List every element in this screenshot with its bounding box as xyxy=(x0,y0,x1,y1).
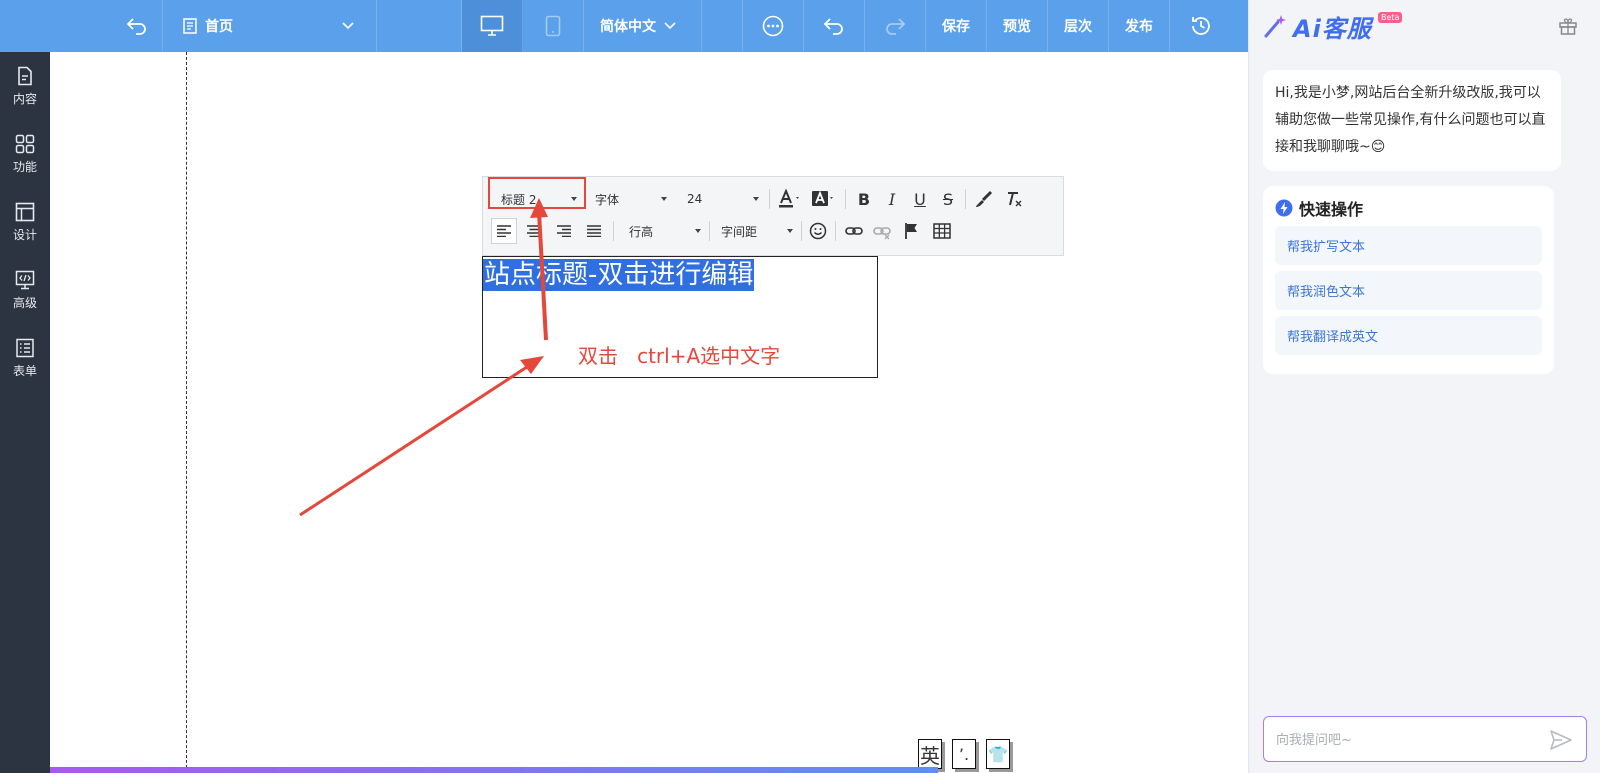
chevron-down-icon xyxy=(664,22,676,30)
ime-punctuation-toggle[interactable]: ’. xyxy=(952,739,976,769)
spacer xyxy=(702,0,743,52)
quick-action-label: 帮我扩写文本 xyxy=(1287,240,1366,255)
quick-action-expand[interactable]: 帮我扩写文本 xyxy=(1275,226,1542,265)
nav-item-forms[interactable]: 表单 xyxy=(0,324,50,392)
magic-wand-icon xyxy=(1264,15,1286,38)
nav-label: 功能 xyxy=(12,159,37,174)
back-button[interactable] xyxy=(0,0,163,52)
editor-canvas[interactable]: 标题 2 字体 24 B I U S 行高 字间距 站点标题-双击进行编辑 双击… xyxy=(50,52,1248,773)
layers-label: 层次 xyxy=(1064,19,1092,35)
quick-action-polish[interactable]: 帮我润色文本 xyxy=(1275,271,1542,310)
progress-bar xyxy=(50,767,938,773)
more-icon xyxy=(762,15,784,37)
page-select-label: 首页 xyxy=(205,19,233,35)
preview-label: 预览 xyxy=(1003,19,1031,35)
top-toolbar: 首页 简体中文 保存 预览 层次 发布 xyxy=(0,0,1248,52)
page-icon xyxy=(183,18,197,34)
lightning-icon xyxy=(1275,199,1293,217)
desktop-icon xyxy=(480,15,504,36)
ime-skin-button[interactable]: 👕 xyxy=(986,739,1010,769)
ask-input[interactable] xyxy=(1276,729,1536,751)
send-icon[interactable] xyxy=(1550,730,1572,750)
redo-button[interactable] xyxy=(865,0,926,52)
nav-item-design[interactable]: 设计 xyxy=(0,188,50,256)
ai-assistant-panel: Ai客服 Beta Hi,我是小梦,网站后台全新升级改版,我可以辅助您做一些常见… xyxy=(1248,0,1600,773)
ask-box xyxy=(1263,716,1587,762)
chevron-down-icon xyxy=(342,22,354,30)
form-icon xyxy=(16,338,34,357)
mobile-icon xyxy=(545,15,561,37)
document-icon xyxy=(18,66,32,85)
undo-icon xyxy=(823,18,843,35)
ai-logo: Ai客服 xyxy=(1293,14,1372,43)
language-select-label: 简体中文 xyxy=(600,19,656,35)
nav-item-advanced[interactable]: 高级 xyxy=(0,256,50,324)
publish-button[interactable]: 发布 xyxy=(1109,0,1170,52)
nav-label: 设计 xyxy=(12,227,37,242)
layers-button[interactable]: 层次 xyxy=(1048,0,1109,52)
nav-item-content[interactable]: 内容 xyxy=(0,52,50,120)
nav-label: 表单 xyxy=(12,363,37,378)
quick-action-label: 帮我润色文本 xyxy=(1287,285,1366,300)
quick-actions-header: 快速操作 xyxy=(1275,196,1542,220)
publish-label: 发布 xyxy=(1125,19,1153,35)
spacer xyxy=(377,0,462,52)
left-nav: 内容 功能 设计 高级 表单 xyxy=(0,52,50,773)
quick-action-translate[interactable]: 帮我翻译成英文 xyxy=(1275,316,1542,355)
greeting-message: Hi,我是小梦,网站后台全新升级改版,我可以辅助您做一些常见操作,有什么问题也可… xyxy=(1263,70,1561,171)
grid-icon xyxy=(15,134,35,153)
back-icon xyxy=(126,18,146,35)
annotation-arrows xyxy=(299,198,548,517)
ime-char: 英 xyxy=(920,743,940,768)
quick-action-label: 帮我翻译成英文 xyxy=(1287,330,1379,345)
save-button[interactable]: 保存 xyxy=(926,0,987,52)
history-button[interactable] xyxy=(1170,0,1231,52)
nav-label: 高级 xyxy=(12,295,37,310)
redo-icon xyxy=(886,18,906,35)
nav-item-functions[interactable]: 功能 xyxy=(0,120,50,188)
undo-button[interactable] xyxy=(804,0,865,52)
ime-lang-toggle[interactable]: 英 xyxy=(918,739,942,769)
tshirt-icon: 👕 xyxy=(988,744,1008,764)
quick-actions-title: 快速操作 xyxy=(1299,200,1364,219)
beta-badge: Beta xyxy=(1378,12,1403,23)
mobile-view-button[interactable] xyxy=(523,0,584,52)
page-select[interactable]: 首页 xyxy=(163,0,377,52)
preview-button[interactable]: 预览 xyxy=(987,0,1048,52)
nav-label: 内容 xyxy=(12,91,37,106)
arrow-to-text xyxy=(299,356,544,517)
gift-icon[interactable] xyxy=(1558,16,1578,36)
ime-char: ’. xyxy=(958,744,970,764)
language-select[interactable]: 简体中文 xyxy=(584,0,702,52)
code-monitor-icon xyxy=(15,270,35,289)
greeting-text: Hi,我是小梦,网站后台全新升级改版,我可以辅助您做一些常见操作,有什么问题也可… xyxy=(1275,85,1546,155)
save-label: 保存 xyxy=(942,19,970,35)
quick-actions-card: 快速操作 帮我扩写文本 帮我润色文本 帮我翻译成英文 xyxy=(1263,186,1554,374)
history-icon xyxy=(1191,17,1210,35)
ai-header: Ai客服 Beta xyxy=(1249,0,1600,52)
more-button[interactable] xyxy=(743,0,804,52)
arrow-to-heading-select xyxy=(530,198,548,341)
layout-icon xyxy=(15,202,35,221)
desktop-view-button[interactable] xyxy=(462,0,523,52)
